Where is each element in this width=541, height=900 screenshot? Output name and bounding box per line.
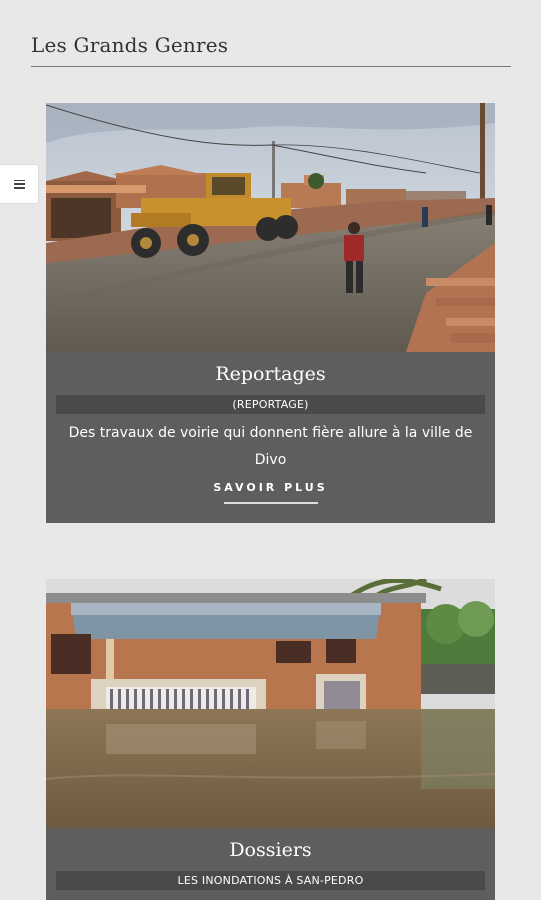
card-reportages[interactable]: Reportages (REPORTAGE) Des travaux de vo… [46,103,495,523]
card-image[interactable] [46,579,495,828]
card-dossiers[interactable]: Dossiers LES INONDATIONS À SAN-PEDRO [46,579,495,900]
card-image[interactable] [46,103,495,352]
road-works-photo [46,103,495,352]
savoir-plus-underline [223,502,318,504]
card-title[interactable]: Reportages [46,363,495,389]
hamburger-icon [13,179,25,189]
card-description: Des travaux de voirie qui donnent fière … [68,425,473,468]
page-heading: Les Grands Genres [31,33,229,57]
flooded-house-photo [46,579,495,828]
card-title[interactable]: Dossiers [46,839,495,865]
menu-toggle-button[interactable] [0,165,38,203]
savoir-plus-link[interactable]: SAVOIR PLUS [46,481,495,494]
heading-divider [31,66,511,67]
card-tag: LES INONDATIONS À SAN-PEDRO [56,871,485,890]
card-tag: (REPORTAGE) [56,395,485,414]
